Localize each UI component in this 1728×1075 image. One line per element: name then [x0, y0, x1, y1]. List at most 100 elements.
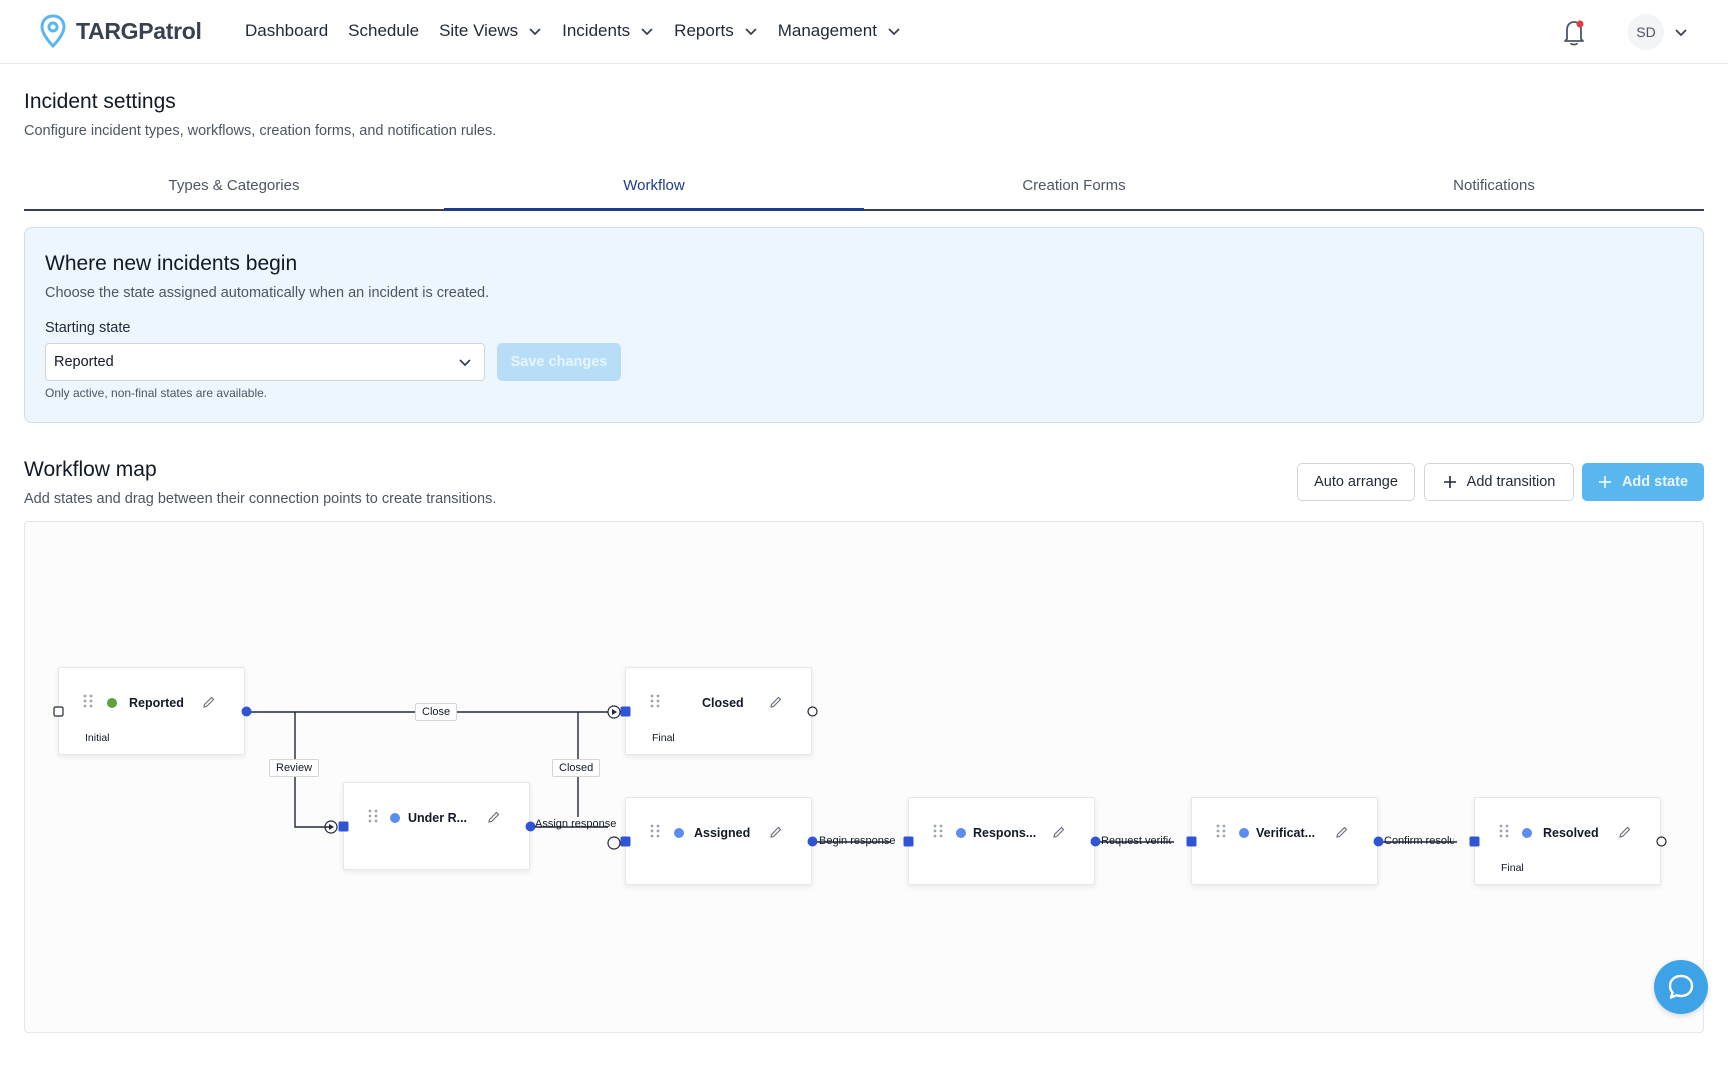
drag-handle-icon[interactable] [368, 809, 378, 823]
pencil-icon[interactable] [1618, 825, 1632, 839]
tab-types-categories[interactable]: Types & Categories [24, 166, 444, 209]
brand-logo[interactable]: TARGPatrol [40, 14, 202, 48]
add-transition-button[interactable]: Add transition [1424, 463, 1574, 501]
state-name: Under R... [408, 811, 468, 825]
chat-launcher-button[interactable] [1654, 960, 1708, 1014]
starting-state-select[interactable]: Reported [45, 343, 485, 381]
transition-label[interactable]: Request verifica [1099, 835, 1171, 847]
workflow-map-title: Workflow map [24, 458, 157, 481]
state-node-closed[interactable]: Closed Final [625, 667, 812, 755]
source-handle[interactable] [241, 706, 252, 717]
chevron-down-icon [1675, 29, 1687, 37]
state-name: Verificat... [1256, 826, 1316, 840]
nav-reports[interactable]: Reports [674, 21, 758, 41]
button-label: Auto arrange [1314, 474, 1398, 490]
nav-right: SD [1560, 14, 1688, 50]
tab-workflow[interactable]: Workflow [444, 166, 864, 211]
drag-handle-icon[interactable] [933, 824, 943, 838]
save-changes-button[interactable]: Save changes [497, 343, 621, 381]
nav-schedule[interactable]: Schedule [348, 21, 419, 41]
workflow-canvas[interactable]: Reported Initial Closed Final Under R...… [24, 521, 1704, 1033]
transition-label[interactable]: Assign response [533, 818, 618, 830]
nav-label: Dashboard [245, 21, 329, 40]
state-node-resolved[interactable]: Resolved Final [1474, 797, 1661, 885]
page-subtitle: Configure incident types, workflows, cre… [24, 123, 497, 139]
state-node-verification[interactable]: Verificat... [1191, 797, 1378, 885]
panel-title: Where new incidents begin [45, 252, 298, 275]
nav-label: Schedule [348, 21, 420, 40]
tab-creation-forms[interactable]: Creation Forms [864, 166, 1284, 209]
chevron-down-icon [888, 28, 900, 36]
drag-handle-icon[interactable] [1499, 824, 1509, 838]
source-handle[interactable] [1656, 836, 1667, 847]
state-name: Resolved [1543, 826, 1599, 840]
target-handle[interactable] [903, 836, 914, 847]
transition-label[interactable]: Begin response [817, 835, 897, 847]
transition-label[interactable]: Review [269, 759, 320, 777]
state-tag: Initial [85, 732, 110, 744]
add-state-button[interactable]: Add state [1582, 463, 1704, 501]
main-nav: Dashboard Schedule Site Views Incidents … [245, 0, 901, 62]
starting-state-panel: Where new incidents begin Choose the sta… [24, 227, 1704, 423]
brand-name: TARGPatrol [76, 17, 202, 44]
target-handle[interactable] [338, 821, 349, 832]
transition-label[interactable]: Close [415, 703, 458, 721]
target-handle[interactable] [620, 706, 631, 717]
button-label: Add transition [1466, 474, 1556, 490]
state-name: Reported [129, 696, 184, 710]
chevron-down-icon [529, 28, 541, 36]
avatar: SD [1628, 14, 1664, 50]
button-label: Add state [1621, 474, 1689, 490]
target-handle[interactable] [1186, 836, 1197, 847]
top-navbar: TARGPatrol Dashboard Schedule Site Views… [0, 0, 1728, 64]
plus-icon [1443, 476, 1456, 488]
settings-tabs: Types & Categories Workflow Creation For… [24, 166, 1704, 211]
state-node-under-review[interactable]: Under R... [343, 782, 530, 870]
target-handle[interactable] [620, 836, 631, 847]
nav-label: Reports [674, 21, 734, 40]
transition-label[interactable]: Closed [552, 759, 601, 777]
state-color-dot [956, 828, 966, 838]
notifications-button[interactable] [1560, 15, 1588, 49]
state-color-dot [107, 698, 117, 708]
drag-handle-icon[interactable] [83, 694, 93, 708]
target-handle[interactable] [53, 706, 64, 717]
starting-state-label: Starting state [45, 320, 131, 336]
workflow-map-subtitle: Add states and drag between their connec… [24, 491, 497, 507]
drag-handle-icon[interactable] [1216, 824, 1226, 838]
state-node-assigned[interactable]: Assigned [625, 797, 812, 885]
starting-state-hint: Only active, non-final states are availa… [45, 386, 268, 400]
pencil-icon[interactable] [202, 695, 216, 709]
nav-label: Management [777, 21, 877, 40]
chat-bubble-icon [1668, 974, 1694, 999]
target-handle[interactable] [1469, 836, 1480, 847]
state-color-dot [1239, 828, 1249, 838]
nav-incidents[interactable]: Incidents [562, 21, 654, 41]
nav-label: Incidents [562, 21, 631, 40]
pencil-icon[interactable] [769, 695, 783, 709]
pencil-icon[interactable] [487, 810, 501, 824]
drag-handle-icon[interactable] [650, 694, 660, 708]
bell-icon [1564, 20, 1584, 46]
state-color-dot [1522, 828, 1532, 838]
state-node-reported[interactable]: Reported Initial [58, 667, 245, 755]
transition-label[interactable]: Confirm resoluti [1382, 835, 1454, 847]
source-handle[interactable] [807, 706, 818, 717]
pencil-icon[interactable] [769, 825, 783, 839]
chevron-down-icon [745, 28, 757, 36]
transition-lines [247, 705, 1457, 850]
pencil-icon[interactable] [1335, 825, 1349, 839]
auto-arrange-button[interactable]: Auto arrange [1297, 463, 1415, 501]
tab-notifications[interactable]: Notifications [1284, 166, 1704, 209]
pencil-icon[interactable] [1052, 825, 1066, 839]
user-menu[interactable]: SD [1628, 14, 1688, 50]
plus-icon [1598, 476, 1611, 488]
state-node-response[interactable]: Respons... [908, 797, 1095, 885]
page-title: Incident settings [24, 90, 176, 113]
nav-dashboard[interactable]: Dashboard [245, 21, 328, 41]
state-color-dot [674, 828, 684, 838]
nav-management[interactable]: Management [778, 21, 901, 41]
nav-site-views[interactable]: Site Views [439, 21, 542, 41]
drag-handle-icon[interactable] [650, 824, 660, 838]
state-name: Closed [702, 696, 744, 710]
